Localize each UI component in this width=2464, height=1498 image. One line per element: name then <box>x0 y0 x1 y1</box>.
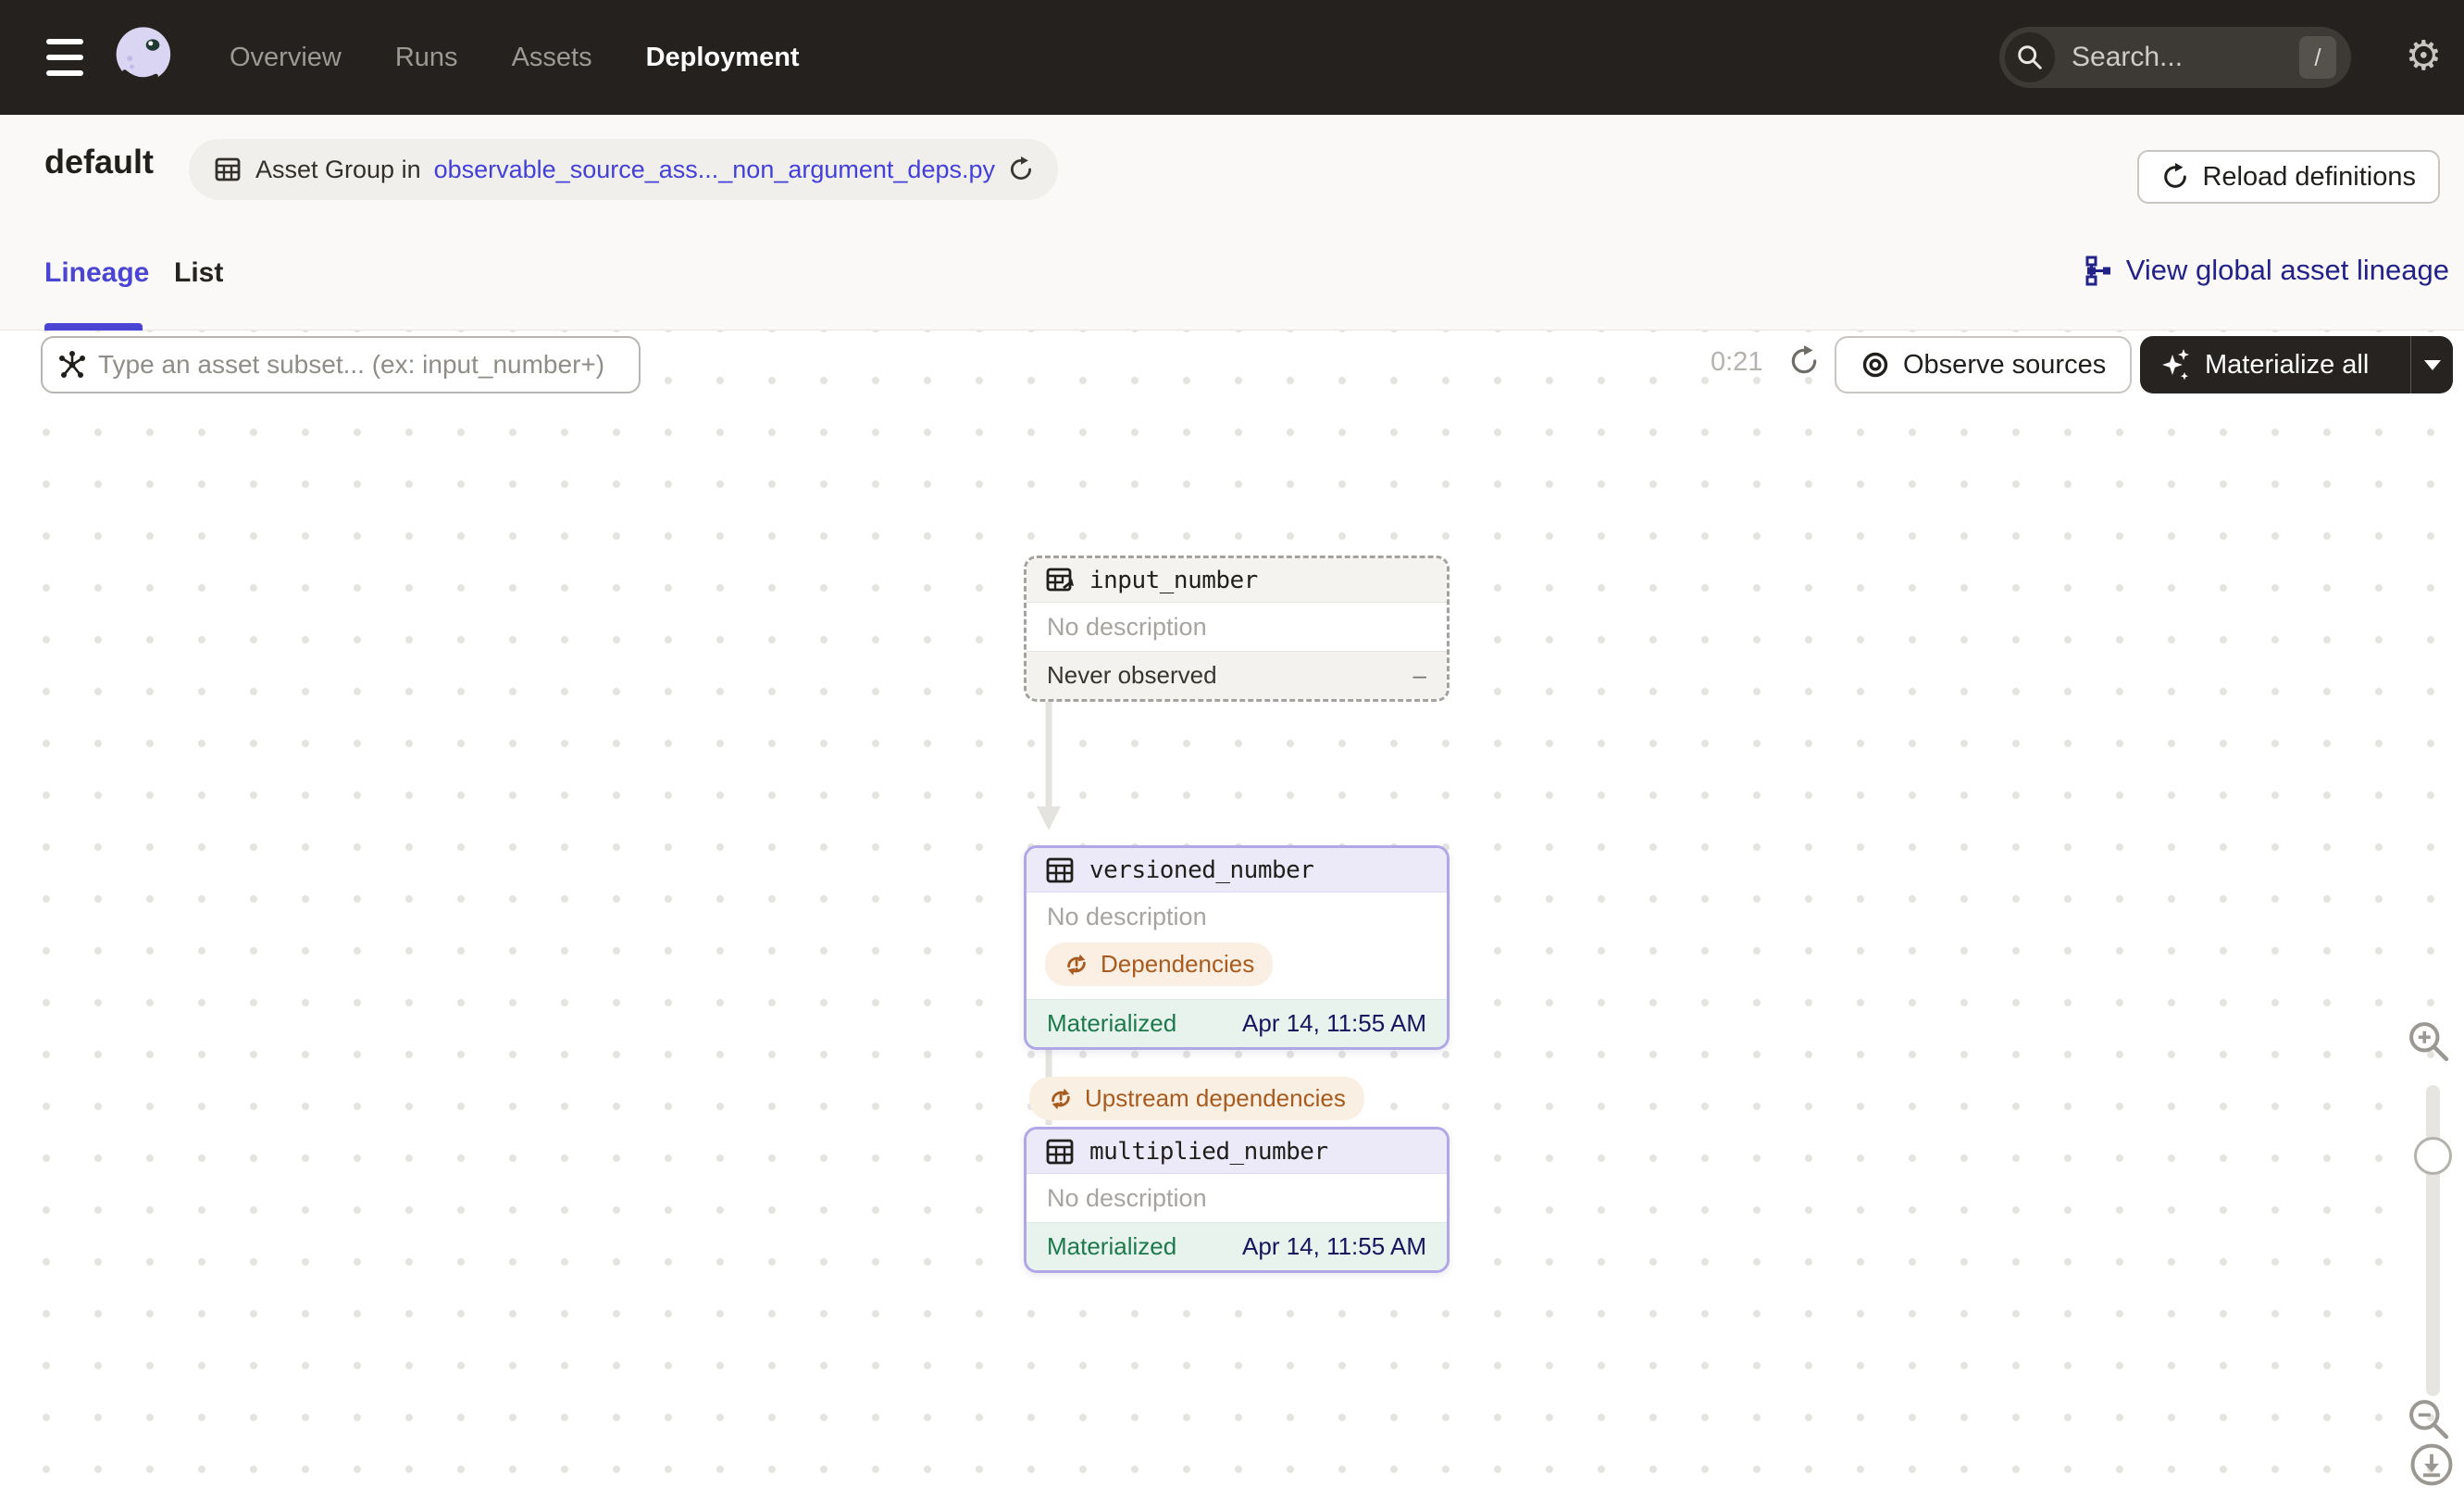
nav-menu: Overview Runs Assets Deployment <box>230 43 800 73</box>
asset-status-label: Materialized <box>1047 1009 1177 1037</box>
reload-definitions-label: Reload definitions <box>2202 161 2416 192</box>
sync-warning-icon <box>1048 1086 1074 1112</box>
asset-description: No description <box>1047 903 1207 930</box>
lineage-canvas[interactable]: 0:21 Observe sources Materialize all <box>0 331 2464 1498</box>
menu-icon[interactable] <box>46 39 87 76</box>
zoom-in-icon[interactable] <box>2405 1017 2453 1066</box>
asset-description: No description <box>1047 613 1207 641</box>
breadcrumb: Asset Group in observable_source_ass..._… <box>189 139 1058 200</box>
asset-status-label: Materialized <box>1047 1232 1177 1260</box>
nav-item-runs[interactable]: Runs <box>395 43 458 73</box>
breadcrumb-file-link[interactable]: observable_source_ass..._non_argument_de… <box>434 156 995 184</box>
reload-definitions-button[interactable]: Reload definitions <box>2137 150 2440 204</box>
search-bar[interactable]: / <box>1999 27 2351 88</box>
observable-source-asset-icon <box>1045 566 1075 595</box>
asset-status-label: Never observed <box>1047 661 1217 689</box>
dagster-logo-icon[interactable] <box>111 24 178 91</box>
search-shortcut-badge: / <box>2299 36 2336 79</box>
breadcrumb-prefix: Asset Group in <box>255 155 421 183</box>
search-input[interactable] <box>2072 42 2257 73</box>
asset-status-value: Apr 14, 11:55 AM <box>1242 1232 1426 1260</box>
asset-status-value: Apr 14, 11:55 AM <box>1242 1009 1426 1037</box>
nav-item-assets[interactable]: Assets <box>512 43 592 73</box>
top-nav: Overview Runs Assets Deployment / ⚙ <box>0 0 2464 115</box>
upstream-dependencies-badge[interactable]: Upstream dependencies <box>1029 1077 1364 1120</box>
dependencies-badge-label: Dependencies <box>1101 950 1255 978</box>
asset-name: versioned_number <box>1089 855 1314 884</box>
active-tab-underline <box>44 323 143 331</box>
zoom-out-icon[interactable] <box>2405 1395 2453 1443</box>
asset-name: input_number <box>1089 566 1258 594</box>
lineage-graph-icon <box>2084 255 2113 286</box>
view-global-asset-lineage-label: View global asset lineage <box>2125 254 2449 286</box>
asset-status-value: – <box>1412 661 1426 689</box>
breadcrumb-refresh-icon[interactable] <box>1008 156 1034 182</box>
asset-description: No description <box>1047 1184 1207 1212</box>
upstream-dependencies-label: Upstream dependencies <box>1085 1084 1346 1112</box>
zoom-slider-track[interactable] <box>2426 1085 2440 1396</box>
asset-group-table-icon <box>213 155 243 184</box>
sync-warning-icon <box>1064 952 1089 978</box>
page-header: default Asset Group in observable_source… <box>0 115 2464 231</box>
asset-table-icon <box>1045 855 1075 885</box>
download-image-icon[interactable] <box>2408 1442 2455 1488</box>
view-global-asset-lineage-link[interactable]: View global asset lineage <box>2084 254 2449 287</box>
zoom-slider-thumb[interactable] <box>2414 1137 2452 1175</box>
asset-node-input-number[interactable]: input_number No description Never observ… <box>1024 556 1450 702</box>
tab-list[interactable]: List <box>174 257 223 289</box>
nav-item-overview[interactable]: Overview <box>230 43 342 73</box>
asset-node-versioned-number[interactable]: versioned_number No description Dependen… <box>1024 845 1450 1050</box>
page-title: default <box>44 143 155 181</box>
asset-node-multiplied-number[interactable]: multiplied_number No description Materia… <box>1024 1127 1450 1273</box>
tab-bar: Lineage List View global asset lineage <box>0 231 2464 331</box>
tab-lineage[interactable]: Lineage <box>44 257 149 289</box>
dependencies-warning-badge[interactable]: Dependencies <box>1045 942 1274 986</box>
search-icon <box>2005 32 2055 82</box>
asset-name: multiplied_number <box>1089 1137 1328 1166</box>
asset-table-icon <box>1045 1137 1075 1167</box>
nav-item-deployment[interactable]: Deployment <box>646 43 800 73</box>
settings-gear-icon[interactable]: ⚙ <box>2406 22 2442 91</box>
